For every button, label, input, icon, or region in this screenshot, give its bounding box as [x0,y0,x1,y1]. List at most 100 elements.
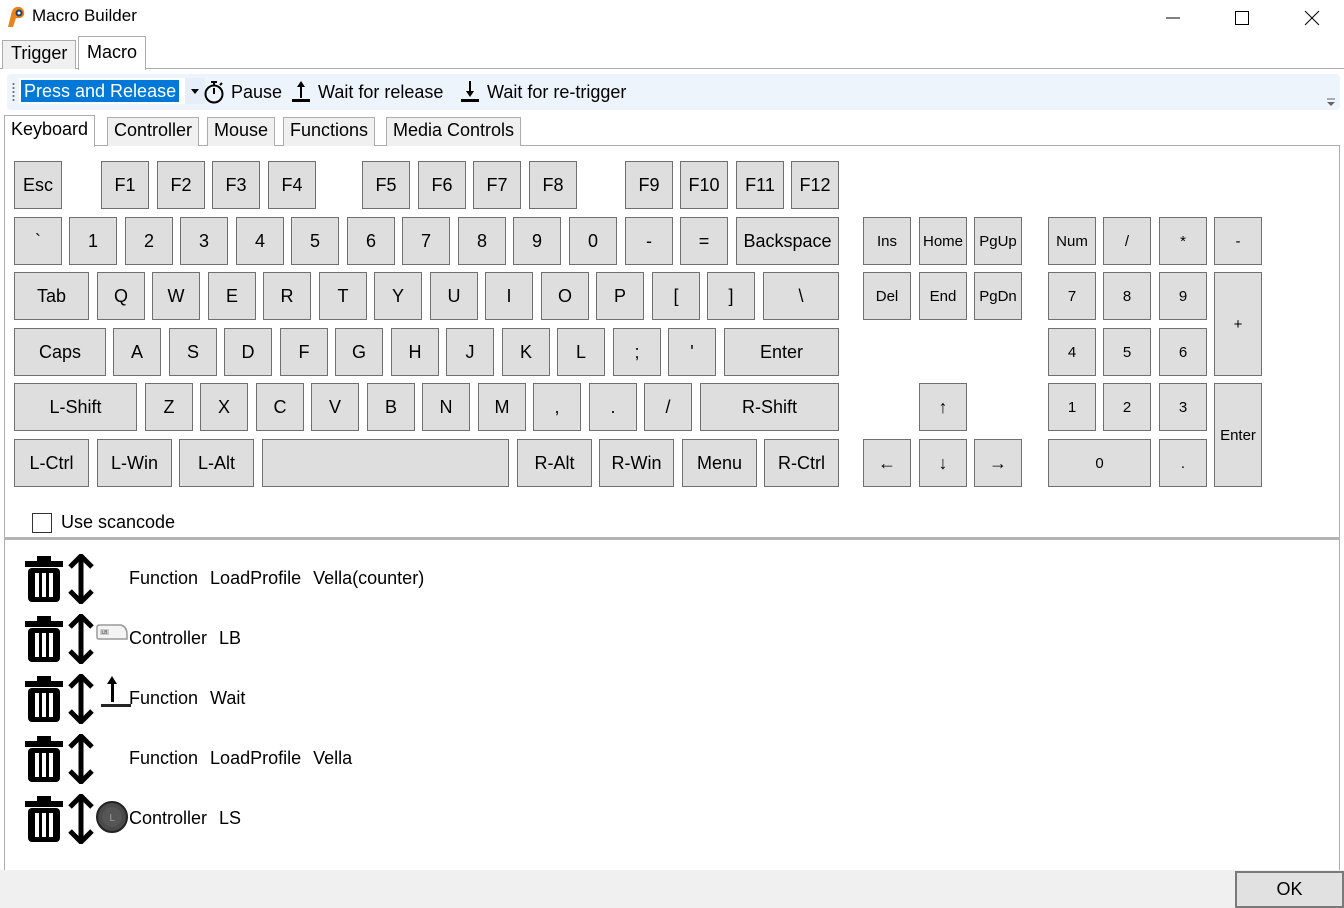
tab-controller[interactable]: Controller [107,117,200,146]
key-num-row-5[interactable]: 5 [291,217,339,265]
key-home-row-1[interactable]: A [113,328,161,376]
key-home-row-12[interactable]: Enter [724,328,839,376]
wait-for-retrigger-button[interactable]: Wait for re-trigger [459,78,626,106]
key-f10[interactable]: F10 [680,161,728,209]
key-num-row-11[interactable]: - [625,217,673,265]
macro-step-row[interactable]: Function LoadProfile Vella(counter) [23,548,723,608]
key-numpad-plus[interactable]: + [1214,272,1262,376]
key-num-row-2[interactable]: 2 [125,217,173,265]
key-pgdn[interactable]: PgDn [974,272,1022,320]
key-del[interactable]: Del [863,272,911,320]
key-f12[interactable]: F12 [791,161,839,209]
key-home[interactable]: Home [919,217,967,265]
key-ins[interactable]: Ins [863,217,911,265]
key-top-row-7[interactable]: U [430,272,478,320]
macro-step-row[interactable]: LB Controller LB [23,608,723,668]
key-top-row-8[interactable]: I [485,272,533,320]
key-arrow-down[interactable]: ↓ [919,439,967,487]
key-num-row-6[interactable]: 6 [347,217,395,265]
key-f3[interactable]: F3 [212,161,260,209]
key-top-row-10[interactable]: P [596,272,644,320]
reorder-handle[interactable] [67,552,95,608]
key-space-row-7[interactable]: R-Ctrl [764,439,839,487]
key-num-row-12[interactable]: = [680,217,728,265]
key-backspace[interactable]: Backspace [736,217,839,265]
delete-step-button[interactable] [23,794,65,848]
key-arrow-right[interactable]: → [974,439,1022,487]
key-space[interactable] [262,439,509,487]
key-numpad-3[interactable]: 3 [1159,383,1207,431]
key-numpad-decimal[interactable]: . [1159,439,1207,487]
toolbar-grip-handle[interactable] [12,82,15,102]
key-space-row-0[interactable]: L-Ctrl [14,439,89,487]
delete-step-button[interactable] [23,734,65,788]
key-numpad-9[interactable]: 9 [1159,272,1207,320]
key-end[interactable]: End [919,272,967,320]
reorder-handle[interactable] [67,732,95,788]
key-space-row-5[interactable]: R-Win [599,439,674,487]
key-space-row-6[interactable]: Menu [682,439,757,487]
close-button[interactable] [1289,0,1335,36]
key-home-row-6[interactable]: H [391,328,439,376]
key-bottom-row-5[interactable]: B [367,383,415,431]
key-bottom-row-3[interactable]: C [256,383,304,431]
key-bottom-row-9[interactable]: . [589,383,637,431]
checkbox-box[interactable] [32,512,52,533]
delete-step-button[interactable] [23,674,65,728]
key-bottom-row-8[interactable]: , [533,383,581,431]
tab-keyboard[interactable]: Keyboard [4,115,96,147]
key-arrow-up[interactable]: ↑ [919,383,967,431]
key-numlock[interactable]: Num [1048,217,1096,265]
pause-button[interactable]: Pause [203,78,282,106]
key-bottom-row-10[interactable]: / [644,383,692,431]
key-bottom-row-6[interactable]: N [422,383,470,431]
minimize-button[interactable] [1150,0,1196,36]
delete-step-button[interactable] [23,554,65,608]
key-pgup[interactable]: PgUp [974,217,1022,265]
key-home-row-7[interactable]: J [446,328,494,376]
key-esc[interactable]: Esc [14,161,62,209]
key-top-row-3[interactable]: E [208,272,256,320]
key-num-row-8[interactable]: 8 [458,217,506,265]
key-f5[interactable]: F5 [362,161,410,209]
key-top-row-13[interactable]: \ [763,272,839,320]
key-numpad-4[interactable]: 4 [1048,328,1096,376]
wait-for-release-button[interactable]: Wait for release [290,78,443,106]
key-numpad-minus[interactable]: - [1214,217,1262,265]
key-num-row-4[interactable]: 4 [236,217,284,265]
key-bottom-row-4[interactable]: V [311,383,359,431]
key-home-row-10[interactable]: ; [613,328,661,376]
key-num-row-7[interactable]: 7 [402,217,450,265]
key-top-row-4[interactable]: R [263,272,311,320]
key-top-row-2[interactable]: W [152,272,200,320]
key-space-row-4[interactable]: R-Alt [517,439,592,487]
tab-macro[interactable]: Macro [78,36,147,70]
key-home-row-5[interactable]: G [335,328,383,376]
key-home-row-4[interactable]: F [280,328,328,376]
key-home-row-2[interactable]: S [169,328,217,376]
macro-step-row[interactable]: L Controller LS [23,788,723,848]
key-bottom-row-0[interactable]: L-Shift [14,383,137,431]
action-mode-select[interactable]: Press and Release [19,78,205,104]
toolbar-overflow-icon[interactable] [1326,97,1336,107]
key-numpad-enter[interactable]: Enter [1214,383,1262,487]
key-num-row-3[interactable]: 3 [180,217,228,265]
key-f11[interactable]: F11 [736,161,784,209]
reorder-handle[interactable] [67,612,95,668]
tab-trigger[interactable]: Trigger [2,40,77,69]
key-numpad-5[interactable]: 5 [1103,328,1151,376]
reorder-handle[interactable] [67,792,95,848]
key-numpad-1[interactable]: 1 [1048,383,1096,431]
key-home-row-3[interactable]: D [224,328,272,376]
key-home-row-8[interactable]: K [502,328,550,376]
key-space-row-1[interactable]: L-Win [97,439,172,487]
key-numpad-0[interactable]: 0 [1048,439,1151,487]
key-top-row-0[interactable]: Tab [14,272,89,320]
key-bottom-row-7[interactable]: M [478,383,526,431]
key-num-row-1[interactable]: 1 [69,217,117,265]
key-numpad-multiply[interactable]: * [1159,217,1207,265]
key-top-row-12[interactable]: ] [707,272,755,320]
key-numpad-6[interactable]: 6 [1159,328,1207,376]
ok-button[interactable]: OK [1235,871,1344,908]
key-home-row-0[interactable]: Caps [14,328,106,376]
